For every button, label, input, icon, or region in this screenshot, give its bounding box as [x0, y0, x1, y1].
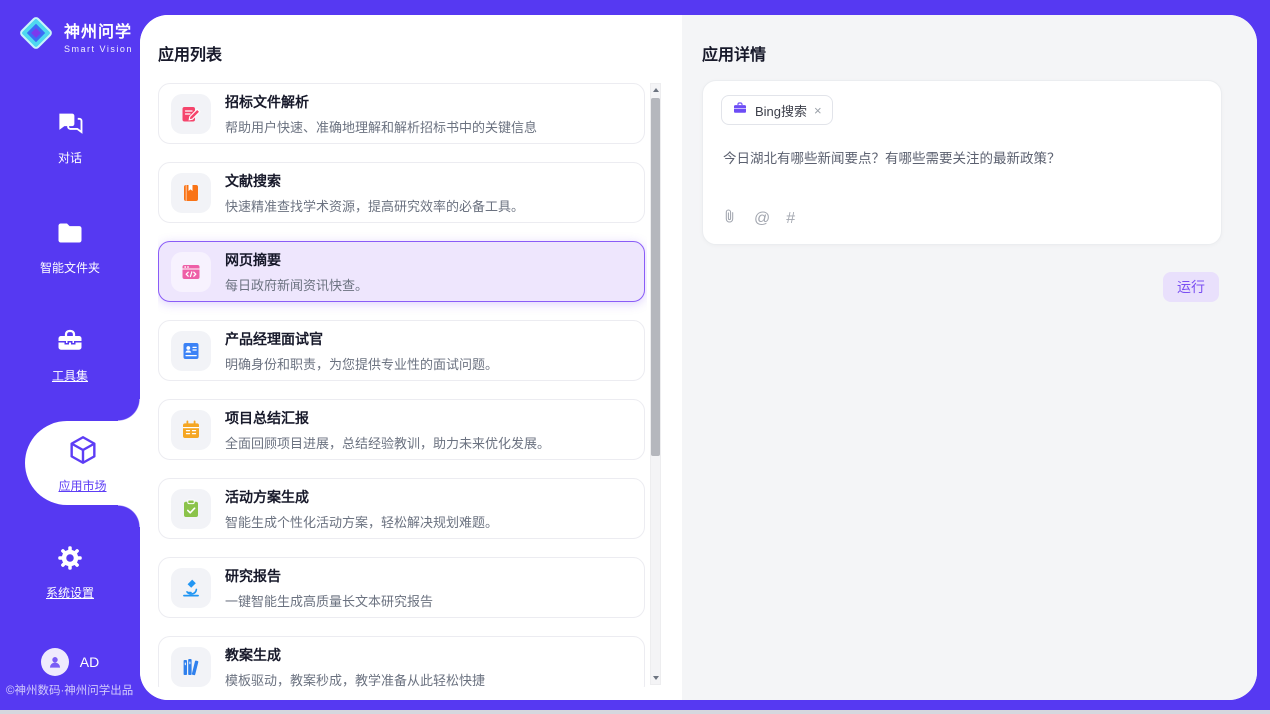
app-list-scrollbar[interactable]	[650, 83, 661, 685]
tool-chip-label: Bing搜索	[755, 101, 807, 120]
sidebar-item-label: 对话	[58, 149, 82, 166]
app-name: 文献搜索	[225, 171, 524, 191]
diamond-logo-icon	[16, 13, 56, 58]
brand-tagline: Smart Vision	[64, 44, 133, 54]
sidebar-item-label: 智能文件夹	[40, 259, 100, 276]
mention-icon[interactable]: @	[754, 211, 770, 227]
user-account[interactable]: AD	[0, 648, 140, 676]
app-name: 教案生成	[225, 645, 485, 665]
chat-icon	[55, 108, 85, 143]
sidebar-item-settings[interactable]: 系统设置	[0, 543, 140, 601]
avatar	[41, 648, 69, 676]
app-name: 项目总结汇报	[225, 408, 550, 428]
app-name: 产品经理面试官	[225, 329, 498, 349]
brand-name: 神州问学	[64, 18, 133, 42]
folder-icon	[55, 218, 85, 253]
scroll-down-icon[interactable]	[651, 672, 660, 684]
window-bottom-edge	[0, 710, 1270, 714]
sidebar-item-toolset[interactable]: 工具集	[0, 326, 140, 384]
document-edit-icon	[171, 94, 211, 134]
app-description: 智能生成个性化活动方案，轻松解决规划难题。	[225, 512, 498, 531]
prompt-card: Bing搜索 × 今日湖北有哪些新闻要点？有哪些需要关注的最新政策？ @ #	[702, 80, 1222, 245]
sidebar-item-label: 应用市场	[58, 477, 106, 494]
app-card-web-summary[interactable]: 网页摘要 每日政府新闻资讯快查。	[158, 241, 645, 302]
app-name: 活动方案生成	[225, 487, 498, 507]
clipboard-check-icon	[171, 489, 211, 529]
app-description: 一键智能生成高质量长文本研究报告	[225, 591, 433, 610]
browser-code-icon	[171, 252, 211, 292]
app-name: 研究报告	[225, 566, 433, 586]
briefcase-icon	[732, 100, 748, 121]
app-description: 帮助用户快速、准确地理解和解析招标书中的关键信息	[225, 117, 537, 136]
calendar-icon	[171, 410, 211, 450]
sidebar-item-chat[interactable]: 对话	[0, 108, 140, 166]
app-card-pm-interviewer[interactable]: 产品经理面试官 明确身份和职责，为您提供专业性的面试问题。	[158, 320, 645, 381]
microscope-icon	[171, 568, 211, 608]
tool-chip-bing-search[interactable]: Bing搜索 ×	[721, 95, 833, 125]
app-detail-title: 应用详情	[702, 41, 766, 65]
app-card-lesson-plan[interactable]: 教案生成 模板驱动，教案秒成，教学准备从此轻松快捷	[158, 636, 645, 687]
app-name: 网页摘要	[225, 250, 368, 270]
app-card-literature-search[interactable]: 文献搜索 快速精准查找学术资源，提高研究效率的必备工具。	[158, 162, 645, 223]
app-card-project-summary[interactable]: 项目总结汇报 全面回顾项目进展，总结经验教训，助力未来优化发展。	[158, 399, 645, 460]
paperclip-icon[interactable]	[721, 208, 738, 230]
app-description: 快速精准查找学术资源，提高研究效率的必备工具。	[225, 196, 524, 215]
app-description: 每日政府新闻资讯快查。	[225, 275, 368, 294]
attachment-toolbar: @ #	[721, 208, 795, 230]
scrollbar-thumb[interactable]	[651, 98, 660, 456]
app-card-bid-document-parse[interactable]: 招标文件解析 帮助用户快速、准确地理解和解析招标书中的关键信息	[158, 83, 645, 144]
book-icon	[171, 173, 211, 213]
app-detail-panel: 应用详情 Bing搜索 × 今日湖北有哪些新闻要点？有哪些需要关注的最新政策？	[682, 15, 1257, 700]
run-button[interactable]: 运行	[1163, 272, 1219, 302]
app-logo: 神州问学 Smart Vision	[16, 13, 133, 58]
resume-person-icon	[171, 331, 211, 371]
app-name: 招标文件解析	[225, 92, 537, 112]
app-description: 全面回顾项目进展，总结经验教训，助力未来优化发展。	[225, 433, 550, 452]
app-description: 模板驱动，教案秒成，教学准备从此轻松快捷	[225, 670, 485, 688]
toolbox-icon	[54, 326, 86, 361]
app-list: 招标文件解析 帮助用户快速、准确地理解和解析招标书中的关键信息 文献搜索 快速精…	[158, 83, 647, 687]
app-list-title: 应用列表	[158, 41, 222, 65]
app-card-research-report[interactable]: 研究报告 一键智能生成高质量长文本研究报告	[158, 557, 645, 618]
hash-icon[interactable]: #	[786, 211, 795, 227]
sidebar: 神州问学 Smart Vision 对话 智能文件夹 工具集	[0, 0, 140, 714]
sidebar-item-smart-folder[interactable]: 智能文件夹	[0, 218, 140, 276]
copyright-footer: ©神州数码·神州问学出品	[6, 682, 140, 698]
sidebar-item-app-market[interactable]: 应用市场	[25, 421, 140, 505]
close-icon[interactable]: ×	[814, 104, 822, 117]
user-name: AD	[80, 654, 99, 670]
app-list-panel: 应用列表 招标文件解析 帮助用户快速、准确地理解和解析招标书中的关键信息	[140, 15, 682, 700]
app-description: 明确身份和职责，为您提供专业性的面试问题。	[225, 354, 498, 373]
app-card-event-plan[interactable]: 活动方案生成 智能生成个性化活动方案，轻松解决规划难题。	[158, 478, 645, 539]
sidebar-item-label: 工具集	[52, 367, 88, 384]
main-content: 应用列表 招标文件解析 帮助用户快速、准确地理解和解析招标书中的关键信息	[140, 15, 1257, 700]
gear-icon	[55, 543, 85, 578]
cube-icon	[66, 433, 100, 472]
prompt-input[interactable]: 今日湖北有哪些新闻要点？有哪些需要关注的最新政策？	[723, 149, 1203, 169]
sidebar-item-label: 系统设置	[46, 584, 94, 601]
scroll-up-icon[interactable]	[651, 84, 660, 96]
books-icon	[171, 647, 211, 687]
